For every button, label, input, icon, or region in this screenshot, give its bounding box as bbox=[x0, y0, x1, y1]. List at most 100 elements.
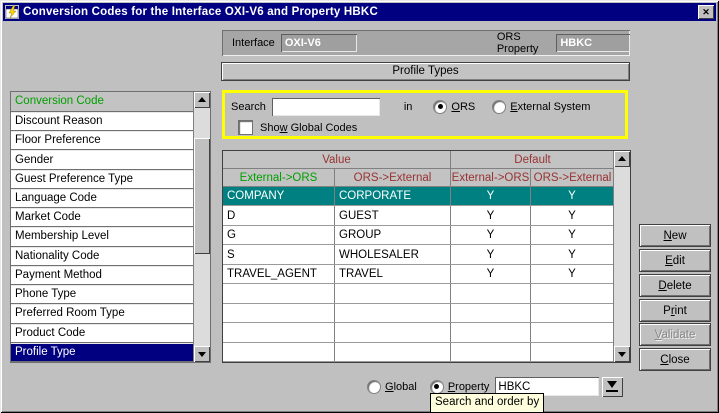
interface-value-field: OXI-V6 bbox=[281, 34, 357, 52]
delete-button[interactable]: Delete bbox=[639, 274, 711, 297]
window-title: Conversion Codes for the Interface OXI-V… bbox=[23, 6, 698, 18]
new-button[interactable]: New bbox=[639, 224, 711, 247]
table-cell bbox=[531, 323, 614, 341]
table-cell bbox=[223, 323, 335, 341]
scroll-up-icon[interactable] bbox=[614, 151, 630, 167]
list-scrollbar[interactable] bbox=[193, 92, 210, 362]
app-form-icon bbox=[5, 5, 19, 19]
table-cell: D bbox=[223, 206, 335, 224]
list-item[interactable]: Floor Preference bbox=[11, 131, 194, 150]
table-row[interactable]: TRAVEL_AGENTTRAVELYY bbox=[223, 265, 614, 284]
scrollbar-thumb[interactable] bbox=[194, 138, 210, 254]
table-cell bbox=[531, 304, 614, 322]
table-cell bbox=[531, 284, 614, 302]
list-item[interactable]: Gender bbox=[11, 150, 194, 169]
conversion-code-list-header: Conversion Code bbox=[11, 92, 194, 112]
scroll-down-icon[interactable] bbox=[614, 346, 630, 362]
table-sub-header: External->ORS ORS->External External->OR… bbox=[223, 169, 614, 187]
ors-radio[interactable] bbox=[434, 101, 446, 113]
conversion-code-list: Conversion Code Discount ReasonFloor Pre… bbox=[10, 91, 211, 363]
table-cell: WHOLESALER bbox=[335, 245, 451, 263]
list-item[interactable]: Preferred Room Type bbox=[11, 304, 194, 323]
table-row[interactable]: SWHOLESALERYY bbox=[223, 245, 614, 264]
list-item[interactable]: Membership Level bbox=[11, 227, 194, 246]
table-cell bbox=[451, 323, 531, 341]
table-cell: Y bbox=[531, 187, 614, 205]
table-cell: COMPANY bbox=[223, 187, 335, 205]
list-item[interactable]: Product Code bbox=[11, 324, 194, 343]
table-cell: CORPORATE bbox=[335, 187, 451, 205]
external-system-radio[interactable] bbox=[493, 101, 505, 113]
scroll-up-icon[interactable] bbox=[194, 92, 210, 108]
table-cell: Y bbox=[531, 265, 614, 283]
ors-property-label: ORS Property bbox=[497, 31, 551, 55]
list-item[interactable]: Nationality Code bbox=[11, 247, 194, 266]
list-item[interactable]: Phone Type bbox=[11, 285, 194, 304]
table-cell: Y bbox=[451, 226, 531, 244]
table-row[interactable]: GGROUPYY bbox=[223, 226, 614, 245]
table-row[interactable] bbox=[223, 304, 614, 323]
table-cell: GROUP bbox=[335, 226, 451, 244]
list-of-values-icon[interactable] bbox=[602, 377, 623, 397]
col-external-to-ors: External->ORS bbox=[223, 169, 335, 187]
table-cell bbox=[335, 323, 451, 341]
table-cell: Y bbox=[531, 226, 614, 244]
table-scrollbar[interactable] bbox=[613, 151, 630, 362]
list-item[interactable]: Language Code bbox=[11, 189, 194, 208]
table-row[interactable] bbox=[223, 343, 614, 362]
print-button[interactable]: Print bbox=[639, 299, 711, 322]
show-global-codes-checkbox[interactable] bbox=[239, 121, 252, 134]
col-default-external-to-ors: External->ORS bbox=[451, 169, 531, 187]
search-row: Search in ORS External System bbox=[231, 97, 590, 116]
table-cell: Y bbox=[451, 206, 531, 224]
table-cell: Y bbox=[531, 206, 614, 224]
global-radio[interactable] bbox=[368, 381, 380, 393]
table-row[interactable] bbox=[223, 284, 614, 303]
table-cell: Y bbox=[451, 265, 531, 283]
close-icon[interactable]: ✕ bbox=[698, 5, 714, 19]
close-button[interactable]: Close bbox=[639, 348, 711, 371]
search-label: Search bbox=[231, 101, 266, 113]
profile-types-header: Profile Types bbox=[221, 62, 630, 81]
conversion-codes-dialog: Conversion Codes for the Interface OXI-V… bbox=[0, 0, 719, 413]
table-cell: Y bbox=[451, 187, 531, 205]
list-item[interactable]: Payment Method bbox=[11, 266, 194, 285]
table-cell bbox=[335, 343, 451, 361]
search-input[interactable] bbox=[272, 98, 380, 116]
list-item[interactable]: Discount Reason bbox=[11, 112, 194, 131]
table-cell bbox=[335, 304, 451, 322]
property-radio[interactable] bbox=[431, 381, 443, 393]
table-row[interactable] bbox=[223, 323, 614, 342]
external-system-radio-label: External System bbox=[510, 101, 590, 113]
list-item[interactable]: Guest Preference Type bbox=[11, 170, 194, 189]
tooltip: Search and order by bbox=[430, 393, 544, 413]
validate-button: Validate bbox=[639, 323, 711, 346]
ors-property-value-field: HBKC bbox=[556, 34, 630, 52]
interface-label: Interface bbox=[232, 37, 275, 49]
table-cell: Y bbox=[451, 245, 531, 263]
edit-button[interactable]: Edit bbox=[639, 249, 711, 272]
table-cell: GUEST bbox=[335, 206, 451, 224]
table-cell bbox=[451, 304, 531, 322]
scroll-down-icon[interactable] bbox=[194, 346, 210, 362]
ors-radio-label: ORS bbox=[451, 101, 475, 113]
table-cell: G bbox=[223, 226, 335, 244]
global-radio-label: Global bbox=[385, 381, 417, 393]
table-cell bbox=[451, 343, 531, 361]
table-cell: S bbox=[223, 245, 335, 263]
table-cell bbox=[531, 343, 614, 361]
list-item[interactable]: Market Code bbox=[11, 208, 194, 227]
table-row[interactable]: DGUESTYY bbox=[223, 206, 614, 225]
table-cell bbox=[223, 304, 335, 322]
list-item[interactable]: Profile Type bbox=[11, 343, 194, 362]
default-group-header: Default bbox=[451, 151, 614, 169]
value-group-header: Value bbox=[223, 151, 451, 169]
table-row[interactable]: COMPANYCORPORATEYY bbox=[223, 187, 614, 206]
codes-table: Value Default External->ORS ORS->Externa… bbox=[222, 150, 631, 363]
interface-header-panel: Interface OXI-V6 ORS Property HBKC bbox=[222, 30, 630, 56]
codes-table-body: COMPANYCORPORATEYYDGUESTYYGGROUPYYSWHOLE… bbox=[223, 187, 614, 362]
table-cell: TRAVEL_AGENT bbox=[223, 265, 335, 283]
table-cell: Y bbox=[531, 245, 614, 263]
search-panel: Search in ORS External System Show Globa… bbox=[222, 90, 628, 139]
col-default-ors-to-external: ORS->External bbox=[531, 169, 614, 187]
